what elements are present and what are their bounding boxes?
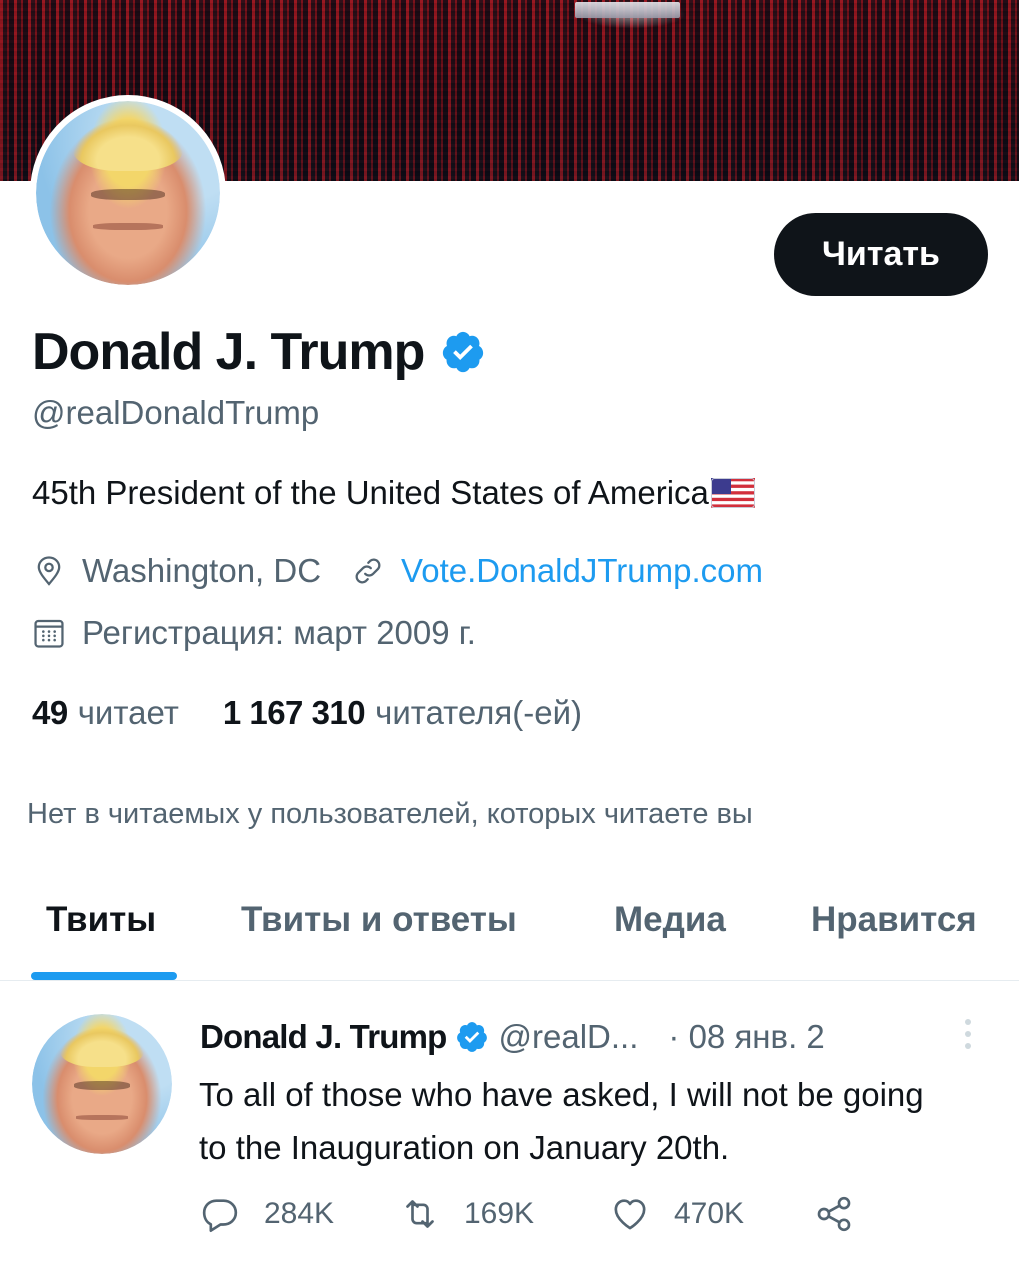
reply-button[interactable]: 284K [200,1194,334,1234]
retweet-button[interactable]: 169K [400,1194,534,1234]
following-label: читает [77,694,179,731]
tweet-author-avatar[interactable] [32,1014,172,1154]
followers-stat[interactable]: 1 167 310 читателя(-ей) [223,694,582,732]
banner-stage [575,2,680,18]
tweet[interactable]: Donald J. Trump @realD... · 08 янв. 2 To… [0,982,1019,1280]
follow-button[interactable]: Читать [774,213,988,296]
profile-location: Washington, DC [82,552,322,589]
like-button[interactable]: 470K [610,1194,744,1234]
verified-badge-icon [443,331,484,373]
active-tab-indicator [31,972,177,980]
tweet-actions: 284K 169K 470K [200,1194,900,1238]
reply-count: 284K [264,1197,335,1230]
tweet-author-handle[interactable]: @realD... [499,1018,639,1056]
retweet-count: 169K [464,1197,535,1230]
followers-count: 1 167 310 [222,694,366,731]
profile-avatar[interactable] [30,95,226,291]
following-count: 49 [32,694,68,731]
profile-tabs: Твиты Твиты и ответы Медиа Нравится [0,888,1019,981]
tweet-author-name[interactable]: Donald J. Trump [200,1018,447,1056]
tweet-date[interactable]: · 08 янв. 2 [668,1018,824,1056]
tweet-header: Donald J. Trump @realD... · 08 янв. 2 [200,1018,825,1056]
more-vertical-icon[interactable] [960,1016,976,1052]
profile-meta-joined-row: Регистрация: март 2009 г. [32,614,476,652]
profile-bio: 45th President of the United States of A… [32,474,755,512]
profile-name-row: Donald J. Trump [32,322,486,382]
like-count: 470K [674,1197,745,1230]
verified-badge-icon [456,1022,487,1052]
share-button[interactable] [814,1194,878,1234]
share-icon [817,1196,851,1232]
following-stat[interactable]: 49 читает [32,694,179,732]
location-pin-icon [37,556,61,586]
profile-handle: @realDonaldTrump [32,394,320,431]
followed-by-note: Нет в читаемых у пользователей, которых … [27,798,753,830]
tab-media[interactable]: Медиа [614,900,726,940]
avatar-photo [36,101,220,285]
tab-likes[interactable]: Нравится [811,900,977,940]
retweet-icon [406,1200,434,1228]
profile-name: Donald J. Trump [32,323,425,381]
reply-icon [202,1199,238,1232]
profile-stats: 49 читает 1 167 310 читателя(-ей) [32,694,582,732]
tab-tweets-and-replies[interactable]: Твиты и ответы [241,900,517,940]
tweet-avatar-photo [32,1014,172,1154]
profile-meta-location-row: Washington, DC Vote.DonaldJTrump.com [32,552,763,590]
calendar-icon [34,619,64,648]
profile-website-link[interactable]: Vote.DonaldJTrump.com [401,552,763,590]
tweet-text: To all of those who have asked, I will n… [199,1076,924,1166]
us-flag-icon [710,478,755,508]
like-icon [614,1199,646,1230]
tab-tweets[interactable]: Твиты [46,900,156,940]
profile-joined-date: Регистрация: март 2009 г. [82,614,476,651]
link-icon [355,558,381,584]
followers-label: читателя(-ей) [375,694,583,731]
bio-text: 45th President of the United States of A… [32,474,709,511]
